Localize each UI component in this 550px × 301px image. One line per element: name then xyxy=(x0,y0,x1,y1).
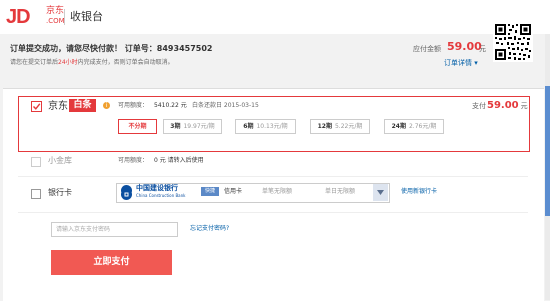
installment-term: 6期 xyxy=(243,123,254,130)
installment-term: 24期 xyxy=(391,123,406,130)
tip-time: 24小时 xyxy=(58,59,78,66)
xiaojinku-available-label: 可用额度： xyxy=(118,157,149,164)
jd-logo-com: .COM xyxy=(46,17,65,25)
order-message-text: 订单提交成功，请您尽快付款！ xyxy=(10,44,122,53)
limit-single: 单笔无限额 xyxy=(262,188,293,195)
installment-option[interactable]: 6期 10.13元/期 xyxy=(235,119,296,134)
amount-due-unit: 元 xyxy=(479,45,486,53)
baitiao-tag: 白条 xyxy=(69,99,96,112)
limit-daily: 单日无限额 xyxy=(325,188,356,195)
ccb-logo-icon xyxy=(121,185,132,200)
divider xyxy=(18,176,528,177)
installment-term: 不分期 xyxy=(128,123,147,130)
card-type: 信用卡 xyxy=(224,188,243,195)
order-number-label: 订单号： xyxy=(124,44,157,53)
jd-logo[interactable]: JD xyxy=(6,7,31,27)
payment-deadline-tip: 请您在提交订单后24小时内完成支付，否则订单会自动取消。 xyxy=(10,59,174,67)
jd-logo-cn: 京东 xyxy=(46,6,65,16)
forgot-password-link[interactable]: 忘记支付密码? xyxy=(190,225,229,233)
bank-name: 中国建设银行 xyxy=(136,184,178,192)
scrollbar-thumb[interactable] xyxy=(545,86,550,216)
baitiao-brand: 京东 xyxy=(48,101,68,112)
tip-prefix: 请您在提交订单后 xyxy=(10,59,59,66)
bank-dropdown-button[interactable] xyxy=(373,184,388,201)
baitiao-pay-amount: 59.00 元 xyxy=(487,99,528,113)
divider xyxy=(18,212,528,213)
qr-code-icon xyxy=(493,22,533,62)
installment-fee: 5.22元/期 xyxy=(334,123,363,130)
xiaojinku-checkbox[interactable] xyxy=(31,157,41,167)
installment-term: 3期 xyxy=(170,123,181,130)
quick-pay-tag: 快捷 xyxy=(201,187,219,196)
amount-due-value: 59.00 xyxy=(447,40,482,53)
baitiao-available-label: 可用额度： xyxy=(118,102,149,109)
installment-option[interactable]: 不分期 xyxy=(118,119,157,134)
installment-term: 12期 xyxy=(317,123,332,130)
info-icon[interactable]: i xyxy=(103,102,110,109)
chevron-down-icon xyxy=(377,190,384,195)
installment-option[interactable]: 12期 5.22元/期 xyxy=(310,119,370,134)
tip-suffix: 内完成支付，否则订单会自动取消。 xyxy=(77,59,174,66)
baitiao-checkbox[interactable] xyxy=(31,101,42,112)
installment-option[interactable]: 3期 19.97元/期 xyxy=(163,119,222,134)
bank-card-checkbox[interactable] xyxy=(31,189,41,199)
checkmark-icon xyxy=(33,103,41,110)
order-success-message: 订单提交成功，请您尽快付款！ 订单号：8493457502 xyxy=(10,44,212,54)
xiaojinku-label: 小金库 xyxy=(48,156,72,165)
baitiao-pay-label: 支付 xyxy=(472,102,486,110)
baitiao-available-value: 5410.22 元 xyxy=(154,102,187,109)
use-new-bank-card-link[interactable]: 使用新银行卡 xyxy=(401,188,437,196)
installment-fee: 10.13元/期 xyxy=(256,123,288,130)
pay-amount-unit: 元 xyxy=(520,102,528,110)
pay-amount-value: 59.00 xyxy=(487,100,519,111)
installment-fee: 2.76元/期 xyxy=(408,123,437,130)
page-title: 收银台 xyxy=(70,10,103,23)
installment-option[interactable]: 24期 2.76元/期 xyxy=(384,119,444,134)
xiaojinku-available-value: 0 元 请转入后使用 xyxy=(154,157,204,164)
order-detail-link[interactable]: 订单详情 ▾ xyxy=(444,59,478,67)
amount-due-label: 应付金额 xyxy=(413,45,441,53)
baitiao-repay-date: 白条还款日 2015-03-15 xyxy=(192,102,259,109)
bank-name-en: China Construction Bank xyxy=(136,193,186,198)
bank-card-label: 银行卡 xyxy=(48,188,72,197)
payment-password-input[interactable] xyxy=(51,222,178,237)
installment-fee: 19.97元/期 xyxy=(183,123,215,130)
header-divider xyxy=(64,9,65,25)
pay-now-button[interactable]: 立即支付 xyxy=(51,250,172,275)
order-number: 8493457502 xyxy=(156,44,213,53)
